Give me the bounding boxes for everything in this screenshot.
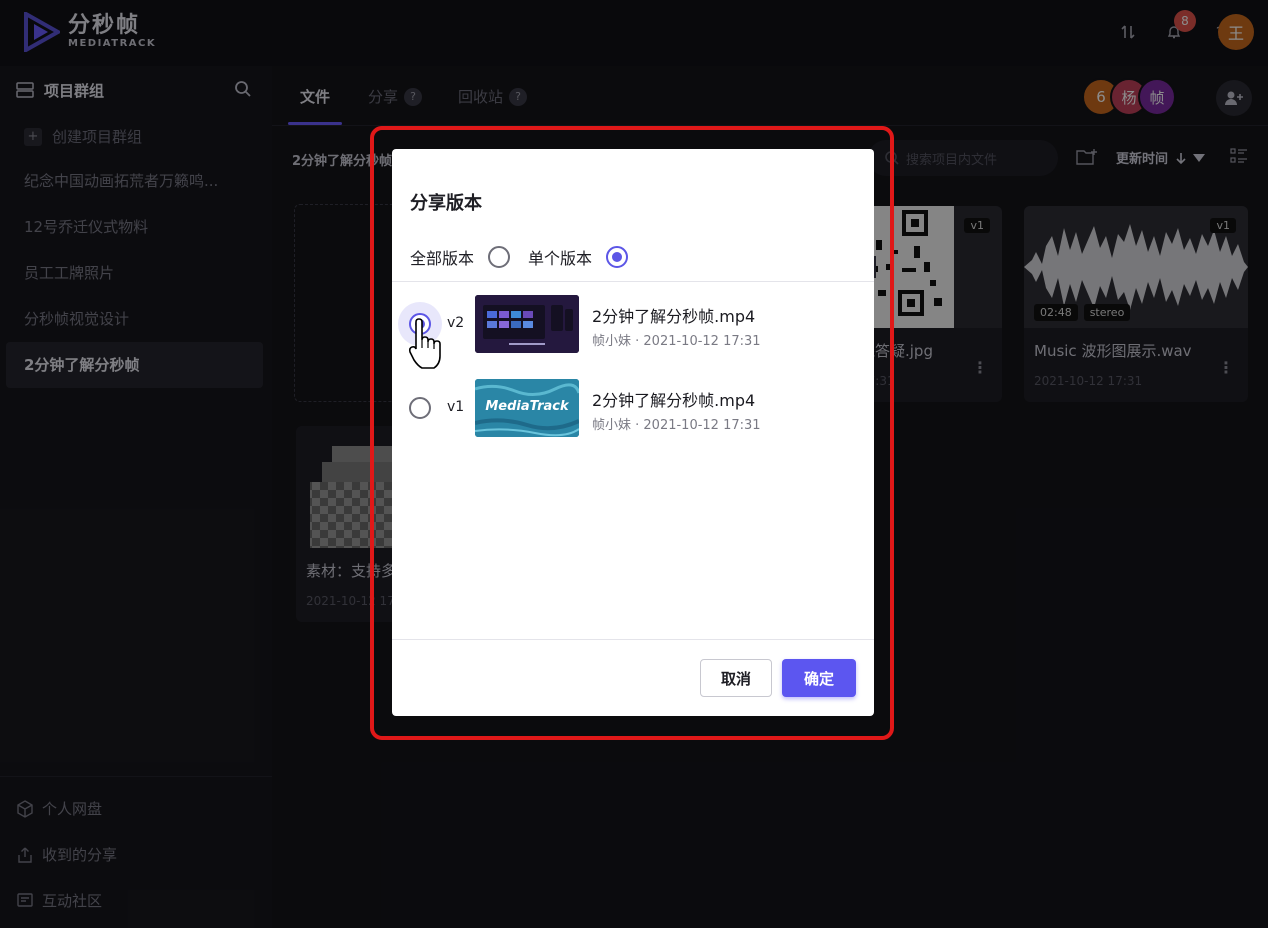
hand-pointer-cursor-icon bbox=[408, 318, 441, 369]
highlight-annotation-box bbox=[370, 126, 894, 740]
